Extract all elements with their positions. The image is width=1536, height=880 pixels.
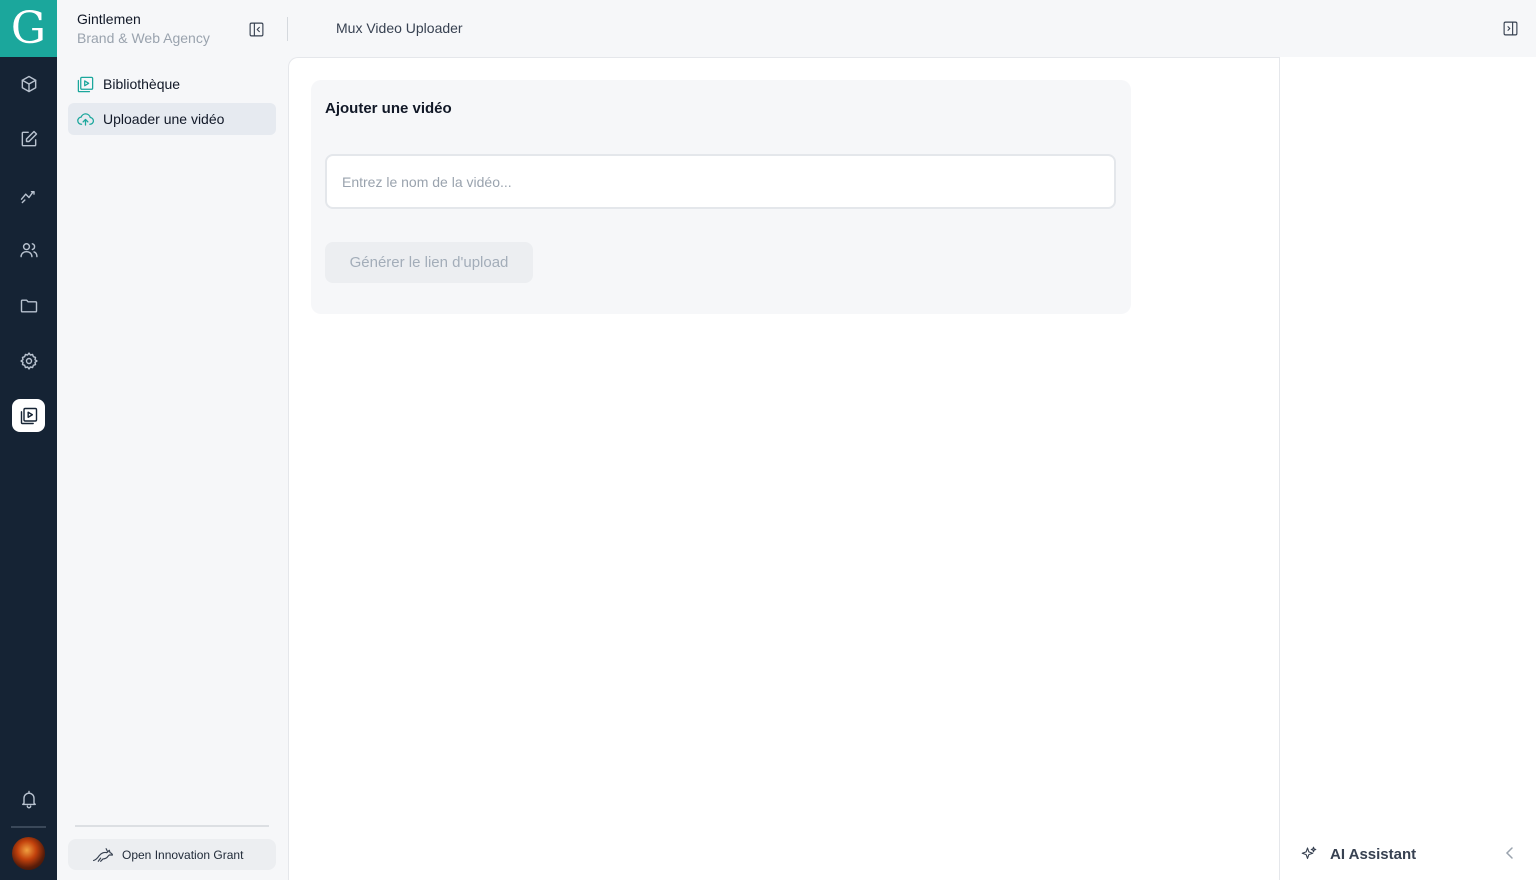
video-library-icon[interactable] bbox=[12, 399, 45, 432]
cloud-upload-icon bbox=[77, 112, 95, 126]
folder-icon[interactable] bbox=[13, 290, 44, 321]
icon-rail: G bbox=[0, 0, 57, 880]
chevron-left-icon[interactable] bbox=[1504, 846, 1516, 860]
assistant-panel: AI Assistant bbox=[1280, 57, 1536, 880]
main-content: Ajouter une vidéo Générer le lien d'uplo… bbox=[288, 57, 1280, 880]
bell-icon[interactable] bbox=[13, 783, 44, 814]
card-title: Ajouter une vidéo bbox=[325, 100, 452, 117]
analytics-icon[interactable] bbox=[13, 179, 44, 210]
toggle-right-panel-icon[interactable] bbox=[1502, 20, 1520, 38]
generate-upload-link-button[interactable]: Générer le lien d'upload bbox=[325, 242, 533, 283]
brand-subtitle: Brand & Web Agency bbox=[77, 30, 210, 46]
sidebar-item-label: Bibliothèque bbox=[103, 76, 181, 92]
users-icon[interactable] bbox=[13, 234, 44, 265]
header-divider bbox=[287, 17, 288, 41]
upload-card: Ajouter une vidéo Générer le lien d'uplo… bbox=[311, 80, 1131, 314]
brand-name: Gintlemen bbox=[77, 11, 141, 27]
video-name-input[interactable] bbox=[325, 154, 1116, 209]
avatar[interactable] bbox=[12, 837, 45, 870]
rabbit-icon bbox=[92, 847, 114, 862]
settings-icon[interactable] bbox=[13, 345, 44, 376]
page-title: Mux Video Uploader bbox=[336, 20, 463, 36]
open-innovation-grant-button[interactable]: Open Innovation Grant bbox=[68, 839, 276, 870]
edit-icon[interactable] bbox=[13, 123, 44, 154]
rail-divider bbox=[11, 826, 46, 828]
app-logo[interactable]: G bbox=[0, 0, 57, 57]
sidebar-footer-divider bbox=[75, 825, 269, 827]
cube-icon[interactable] bbox=[13, 68, 44, 99]
collapse-sidebar-icon[interactable] bbox=[247, 20, 265, 38]
video-library-icon bbox=[77, 76, 94, 92]
sidebar-item-bibliotheque[interactable]: Bibliothèque bbox=[68, 68, 276, 100]
sparkle-icon bbox=[1301, 846, 1317, 860]
ai-assistant-button[interactable]: AI Assistant bbox=[1300, 843, 1520, 865]
secondary-sidebar: Gintlemen Brand & Web Agency Bibliothèqu… bbox=[57, 0, 288, 880]
sidebar-item-upload-video[interactable]: Uploader une vidéo bbox=[68, 103, 276, 135]
sidebar-item-label: Uploader une vidéo bbox=[103, 111, 225, 127]
